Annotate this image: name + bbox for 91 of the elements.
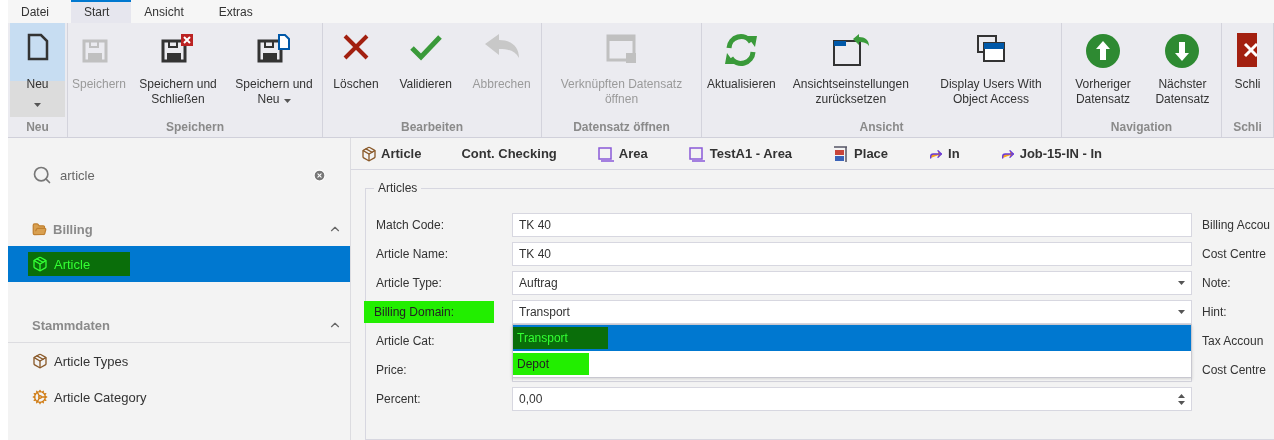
field-label: Hint:	[1201, 305, 1228, 319]
dropdown-option[interactable]: Transport	[513, 325, 1191, 351]
ribbon-button[interactable]: Aktualisieren	[703, 22, 780, 117]
option-label: Transport	[513, 327, 608, 349]
tab-label: In	[948, 146, 960, 161]
document-icon	[26, 32, 49, 61]
nav-item[interactable]: Article Types	[8, 343, 350, 379]
ribbon-group-label: Bearbeiten	[400, 119, 464, 136]
tab-label: Place	[854, 146, 889, 161]
field-label: Billing Accou	[1201, 218, 1272, 232]
ribbon-button[interactable]: Ansichtseinstellungen zurücksetzen	[781, 22, 920, 117]
floppy-page-icon	[257, 32, 291, 63]
ribbon-button[interactable]: Speichern und Schließen	[130, 22, 227, 117]
tab-label: Area	[618, 146, 648, 161]
caret-icon[interactable]	[1178, 310, 1185, 314]
nav-item[interactable]: Article Category	[8, 379, 350, 415]
ribbon-button[interactable]: Validieren	[395, 22, 456, 117]
caret-icon[interactable]	[34, 102, 41, 107]
window-arrow-icon	[830, 32, 871, 67]
clear-icon[interactable]	[313, 168, 326, 182]
ribbon-button[interactable]: Speichern und Neu	[226, 22, 322, 117]
field-label: Billing Domain:	[364, 301, 495, 323]
ribbon-group-label: Speichern	[165, 119, 225, 136]
gear-icon	[32, 389, 48, 405]
package-icon	[361, 145, 377, 162]
up-arrow-circle-icon	[1084, 32, 1121, 69]
package-icon	[32, 353, 48, 369]
window-icon	[605, 32, 638, 65]
tab-label: Job-15-IN - In	[1019, 146, 1102, 161]
nav-label: Article	[54, 256, 91, 272]
field-label: Match Code:	[376, 218, 445, 232]
ribbon-button[interactable]: Display Users With Object Access	[921, 22, 1060, 117]
tab-label: Cont. Checking	[461, 146, 557, 161]
nav-label: Article Category	[54, 389, 147, 405]
field-label: Article Cat:	[376, 334, 435, 348]
document-tab[interactable]: Cont. Checking	[461, 146, 597, 161]
document-tab[interactable]: In	[928, 145, 1000, 162]
ribbon-tab[interactable]: Extras	[205, 0, 275, 23]
field-label: Tax Accoun	[1201, 334, 1265, 348]
spin-down-icon[interactable]	[1178, 400, 1185, 405]
area-icon	[596, 144, 615, 163]
ribbon-group-label: Navigation	[1109, 119, 1174, 136]
cross-icon	[342, 32, 371, 61]
text-field[interactable]: TK 40	[512, 242, 1192, 266]
field-label: Article Type:	[376, 276, 442, 290]
close-square-icon	[1237, 32, 1258, 67]
tab-label: TestA1 - Area	[709, 146, 793, 161]
field-label: Price:	[376, 363, 407, 377]
refresh-icon	[723, 32, 760, 67]
field-label: Article Name:	[376, 247, 449, 261]
caret-icon[interactable]	[283, 99, 291, 104]
group-title: Articles	[374, 181, 422, 195]
windows-icon	[974, 32, 1007, 65]
ribbon-group-label: Schli	[1232, 119, 1263, 136]
caret-icon[interactable]	[1178, 281, 1185, 285]
ribbon-tab[interactable]: Start	[71, 0, 132, 23]
floppy-cross-icon	[161, 32, 196, 63]
package-icon	[32, 256, 48, 272]
spin-up-icon[interactable]	[1178, 393, 1185, 398]
down-arrow-circle-icon	[1164, 32, 1201, 69]
area-icon	[687, 144, 706, 163]
ribbon-group-label: Ansicht	[858, 119, 905, 136]
document-tab[interactable]: Article	[361, 145, 462, 162]
ribbon-button[interactable]: Löschen	[329, 22, 383, 117]
ribbon-button[interactable]: Nächster Datensatz	[1143, 22, 1221, 117]
folder-icon	[32, 221, 47, 237]
ribbon-tab[interactable]: Datei	[8, 0, 71, 23]
number-field[interactable]: 0,00	[512, 387, 1192, 411]
nav-label: Article Types	[54, 353, 129, 369]
field-label: Note:	[1201, 276, 1232, 290]
tab-label: Article	[381, 146, 422, 161]
nav-item[interactable]: Article	[8, 246, 350, 282]
ribbon-tab[interactable]: Ansicht	[131, 0, 206, 23]
document-tab[interactable]: Place	[832, 144, 929, 163]
document-tab[interactable]: Area	[596, 144, 688, 163]
option-label: Depot	[513, 353, 590, 375]
combo-field[interactable]: Auftrag	[512, 271, 1192, 295]
ribbon-button[interactable]: Neu	[10, 22, 65, 117]
search-field[interactable]: article	[60, 167, 305, 183]
field-label: Percent:	[376, 392, 421, 406]
document-tab[interactable]: Job-15-IN - In	[999, 145, 1142, 162]
search-icon	[32, 165, 52, 185]
ribbon-button[interactable]: Schli	[1230, 22, 1265, 117]
text-field[interactable]: TK 40	[512, 213, 1192, 237]
field-label: Cost Centre	[1201, 363, 1268, 377]
document-tab[interactable]: TestA1 - Area	[687, 144, 833, 163]
dropdown-option[interactable]: Depot	[513, 351, 1191, 377]
ribbon-group-label: Neu	[25, 119, 50, 136]
ribbon-button[interactable]: Vorheriger Datensatz	[1062, 22, 1144, 117]
field-label: Cost Centre	[1201, 247, 1268, 261]
ribbon-group-label: Datensatz öffnen	[572, 119, 671, 136]
